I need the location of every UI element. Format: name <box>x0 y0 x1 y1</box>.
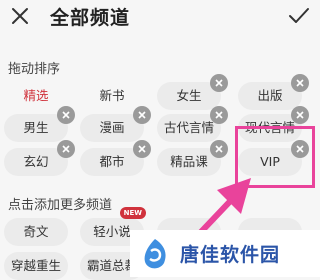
channel-chip-chuban[interactable]: 出版 <box>238 74 309 110</box>
chip-label: 漫画 <box>99 120 125 135</box>
channel-chip-gudai-yanqing[interactable]: 古代言情 <box>157 106 228 142</box>
channel-chip-xuanhuan[interactable]: 玄幻 <box>4 140 75 176</box>
chip-label: 玄幻 <box>23 154 49 169</box>
remove-icon[interactable] <box>133 106 151 124</box>
channel-chip-manhua[interactable]: 漫画 <box>80 106 151 142</box>
chip-label: 古代言情 <box>163 120 214 135</box>
chip-label: 精选 <box>23 88 49 103</box>
watermark-logo-icon <box>144 238 166 268</box>
remove-icon[interactable] <box>57 106 75 124</box>
chip-label: 女生 <box>176 88 202 103</box>
close-icon[interactable] <box>10 6 30 26</box>
vip-highlight-box <box>235 126 315 188</box>
remove-icon[interactable] <box>291 106 309 124</box>
remove-icon[interactable] <box>57 140 75 158</box>
channel-chip-nansheng[interactable]: 男生 <box>4 106 75 142</box>
chip-label: 男生 <box>23 120 49 135</box>
new-badge: NEW <box>119 207 146 219</box>
remove-icon[interactable] <box>210 106 228 124</box>
page-title: 全部频道 <box>50 7 131 29</box>
remove-icon[interactable] <box>210 140 228 158</box>
sort-section-label: 拖动排序 <box>8 62 61 77</box>
chip-label: 都市 <box>99 154 125 169</box>
chip-label: 穿越重生 <box>10 258 61 273</box>
chip-label: 奇文 <box>23 224 49 239</box>
chip-label: 精品课 <box>170 154 208 169</box>
chip-label: 新书 <box>99 88 125 103</box>
channel-chip-nvsheng[interactable]: 女生 <box>157 74 228 110</box>
channel-chip-jingxuan[interactable]: 精选 <box>4 82 68 110</box>
watermark: 唐佳软件园 <box>130 230 320 277</box>
remove-icon[interactable] <box>133 140 151 158</box>
channel-chip-dushi[interactable]: 都市 <box>80 140 151 176</box>
add-more-section-label: 点击添加更多频道 <box>8 198 113 213</box>
chip-label: 轻小说 <box>93 224 131 239</box>
channel-chip-xinshu[interactable]: 新书 <box>80 82 144 110</box>
watermark-text: 唐佳软件园 <box>180 244 281 266</box>
more-channel-chip-chuanyue[interactable]: 穿越重生 <box>4 252 68 280</box>
remove-icon[interactable] <box>291 74 309 92</box>
header: 全部频道 <box>0 0 320 36</box>
remove-icon[interactable] <box>210 74 228 92</box>
channel-chip-jingpinke[interactable]: 精品课 <box>157 140 228 176</box>
chip-label: 出版 <box>257 88 283 103</box>
check-icon[interactable] <box>288 6 310 26</box>
more-channel-chip-qiwen[interactable]: 奇文 <box>4 218 68 246</box>
